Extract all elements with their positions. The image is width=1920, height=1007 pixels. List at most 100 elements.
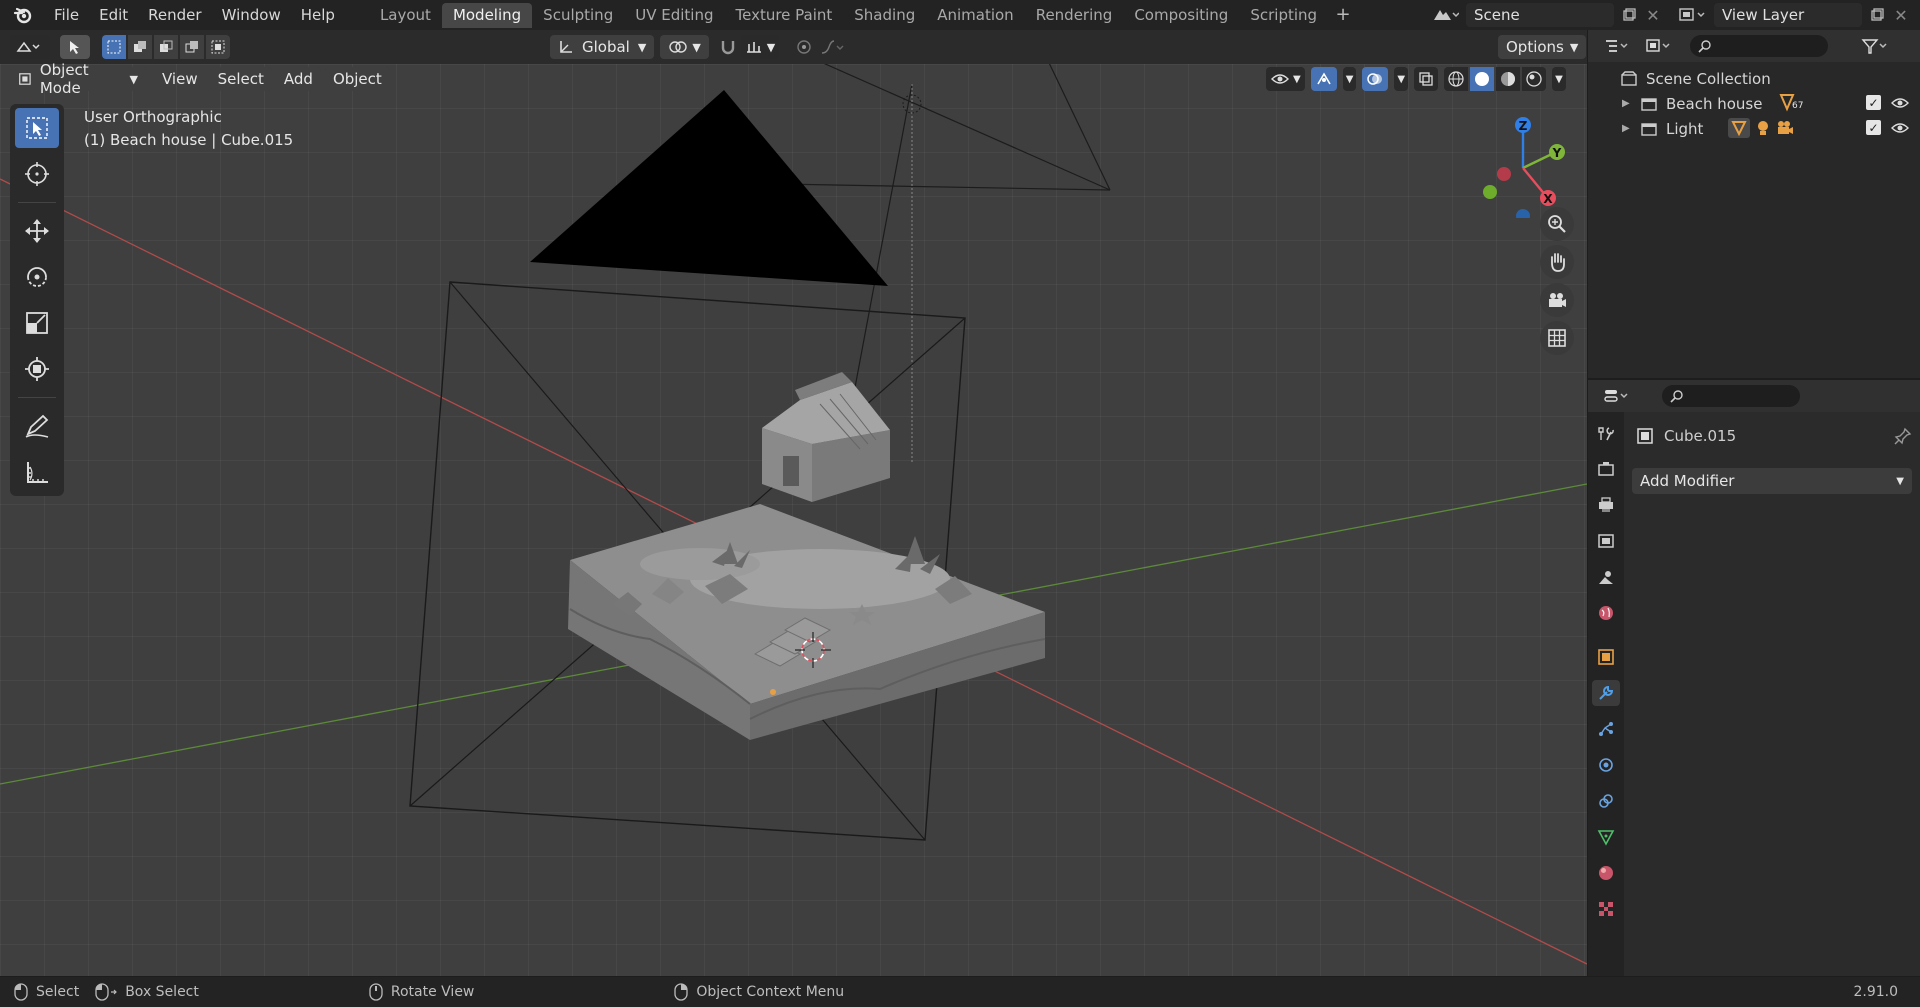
editor-type-button[interactable] (10, 35, 50, 59)
object-mode-dropdown[interactable]: Object Mode ▼ (10, 61, 146, 97)
tab-constraints[interactable] (1592, 788, 1620, 814)
gizmo-dropdown[interactable]: ▼ (1342, 67, 1357, 91)
tab-world[interactable] (1592, 600, 1620, 626)
select-new-button[interactable] (102, 35, 126, 59)
3d-viewport[interactable]: Global ▼ ▼ ▼ Options ▼ Object Mode ▼ Vie… (0, 30, 1587, 976)
tab-texture[interactable] (1592, 896, 1620, 922)
gizmo-toggle-button[interactable] (1310, 67, 1337, 91)
select-intersect-button[interactable] (206, 35, 230, 59)
tab-shading[interactable]: Shading (843, 3, 926, 28)
select-tool-mode-button[interactable] (60, 35, 90, 59)
tab-sculpting[interactable]: Sculpting (532, 3, 624, 28)
tool-measure[interactable] (15, 452, 59, 492)
outliner-search-input[interactable] (1690, 35, 1828, 57)
snap-target-dropdown[interactable]: ▼ (740, 35, 780, 59)
tab-material[interactable] (1592, 860, 1620, 886)
view-layer-icon[interactable] (1674, 4, 1710, 26)
tab-animation[interactable]: Animation (926, 3, 1024, 28)
visibility-dropdown[interactable]: ▼ (1266, 67, 1305, 91)
shading-wireframe-button[interactable] (1444, 67, 1469, 91)
tab-rendering[interactable]: Rendering (1025, 3, 1124, 28)
tool-move[interactable] (15, 211, 59, 251)
tab-particles[interactable] (1592, 716, 1620, 742)
navigation-gizmo[interactable]: Z Y X (1468, 108, 1578, 218)
filter-icon[interactable] (1858, 35, 1892, 57)
proportional-edit-icon[interactable] (791, 35, 817, 59)
transform-orientation-dropdown[interactable]: Global ▼ (550, 35, 655, 59)
tab-physics[interactable] (1592, 752, 1620, 778)
scene-selector-icon[interactable] (1428, 4, 1462, 26)
tab-render[interactable] (1592, 456, 1620, 482)
delete-scene-icon[interactable]: ✕ (1642, 4, 1664, 26)
perspective-toggle-button[interactable] (1540, 321, 1574, 355)
overlay-toggle-button[interactable] (1362, 67, 1389, 91)
checkbox-enabled-icon[interactable]: ✓ (1866, 95, 1881, 110)
expand-arrow-icon[interactable]: ▶ (1622, 123, 1640, 134)
menu-edit[interactable]: Edit (89, 0, 138, 30)
tab-scene[interactable] (1592, 564, 1620, 590)
add-modifier-dropdown[interactable]: Add Modifier ▼ (1632, 468, 1912, 494)
menu-view[interactable]: View (154, 67, 206, 91)
tab-object-data[interactable] (1592, 824, 1620, 850)
delete-view-layer-icon[interactable]: ✕ (1890, 4, 1912, 26)
checkbox-enabled-icon[interactable]: ✓ (1866, 120, 1881, 135)
tab-modifiers[interactable] (1592, 680, 1620, 706)
shading-rendered-button[interactable] (1522, 67, 1547, 91)
new-view-layer-icon[interactable] (1866, 4, 1888, 26)
menu-window[interactable]: Window (212, 0, 291, 30)
outliner-editor-type-icon[interactable] (1600, 35, 1634, 57)
add-workspace-button[interactable]: + (1332, 4, 1354, 26)
menu-file[interactable]: File (44, 0, 89, 30)
outliner-item-beach-house[interactable]: ▶ Beach house 67 ✓ (1588, 91, 1920, 116)
shading-material-button[interactable] (1496, 67, 1521, 91)
proportional-falloff-icon[interactable] (817, 35, 847, 59)
tab-uv-editing[interactable]: UV Editing (624, 3, 724, 28)
display-mode-icon[interactable] (1642, 35, 1676, 57)
outliner-scene-collection[interactable]: Scene Collection (1588, 66, 1920, 91)
pivot-point-dropdown[interactable]: ▼ (660, 35, 709, 59)
tool-scale[interactable] (15, 303, 59, 343)
new-scene-icon[interactable] (1618, 4, 1640, 26)
zoom-view-button[interactable] (1540, 207, 1574, 241)
tool-select-box[interactable] (15, 108, 59, 148)
menu-render[interactable]: Render (138, 0, 211, 30)
menu-help[interactable]: Help (291, 0, 345, 30)
expand-arrow-icon[interactable]: ▶ (1622, 98, 1640, 109)
select-subtract-button[interactable] (154, 35, 178, 59)
select-extend-button[interactable] (128, 35, 152, 59)
tab-scripting[interactable]: Scripting (1239, 3, 1328, 28)
view-layer-field[interactable]: View Layer (1714, 3, 1862, 27)
blender-logo-icon[interactable] (12, 4, 34, 26)
tab-object[interactable] (1592, 644, 1620, 670)
tab-texture-paint[interactable]: Texture Paint (724, 3, 843, 28)
overlay-dropdown[interactable]: ▼ (1394, 67, 1409, 91)
tool-cursor[interactable] (15, 154, 59, 194)
shading-dropdown[interactable]: ▼ (1552, 67, 1566, 91)
properties-editor-type-icon[interactable] (1600, 385, 1634, 407)
menu-select[interactable]: Select (209, 67, 272, 91)
tab-output[interactable] (1592, 492, 1620, 518)
camera-view-button[interactable] (1540, 283, 1574, 317)
shading-solid-button[interactable] (1470, 67, 1495, 91)
tab-layout[interactable]: Layout (369, 3, 442, 28)
scene-render[interactable] (0, 64, 1587, 976)
snap-toggle-icon[interactable] (715, 35, 741, 59)
material-sphere-icon (1501, 72, 1516, 86)
tab-modeling[interactable]: Modeling (441, 2, 533, 28)
tab-compositing[interactable]: Compositing (1123, 3, 1239, 28)
outliner-item-light[interactable]: ▶ Light ✓ (1588, 116, 1920, 141)
menu-object[interactable]: Object (324, 67, 390, 91)
scene-name-field[interactable]: Scene (1466, 3, 1614, 27)
options-dropdown[interactable]: Options ▼ (1498, 35, 1587, 59)
select-invert-button[interactable] (180, 35, 204, 59)
xray-toggle-button[interactable] (1414, 67, 1439, 91)
properties-panel: Cube.015 Add Modifier ▼ (1588, 380, 1920, 976)
menu-add[interactable]: Add (275, 67, 321, 91)
tool-transform[interactable] (15, 349, 59, 389)
tab-tool[interactable] (1592, 420, 1620, 446)
pan-view-button[interactable] (1540, 245, 1574, 279)
tool-annotate[interactable] (15, 406, 59, 446)
tool-rotate[interactable] (15, 257, 59, 297)
tab-view-layer[interactable] (1592, 528, 1620, 554)
properties-search-input[interactable] (1662, 385, 1800, 407)
